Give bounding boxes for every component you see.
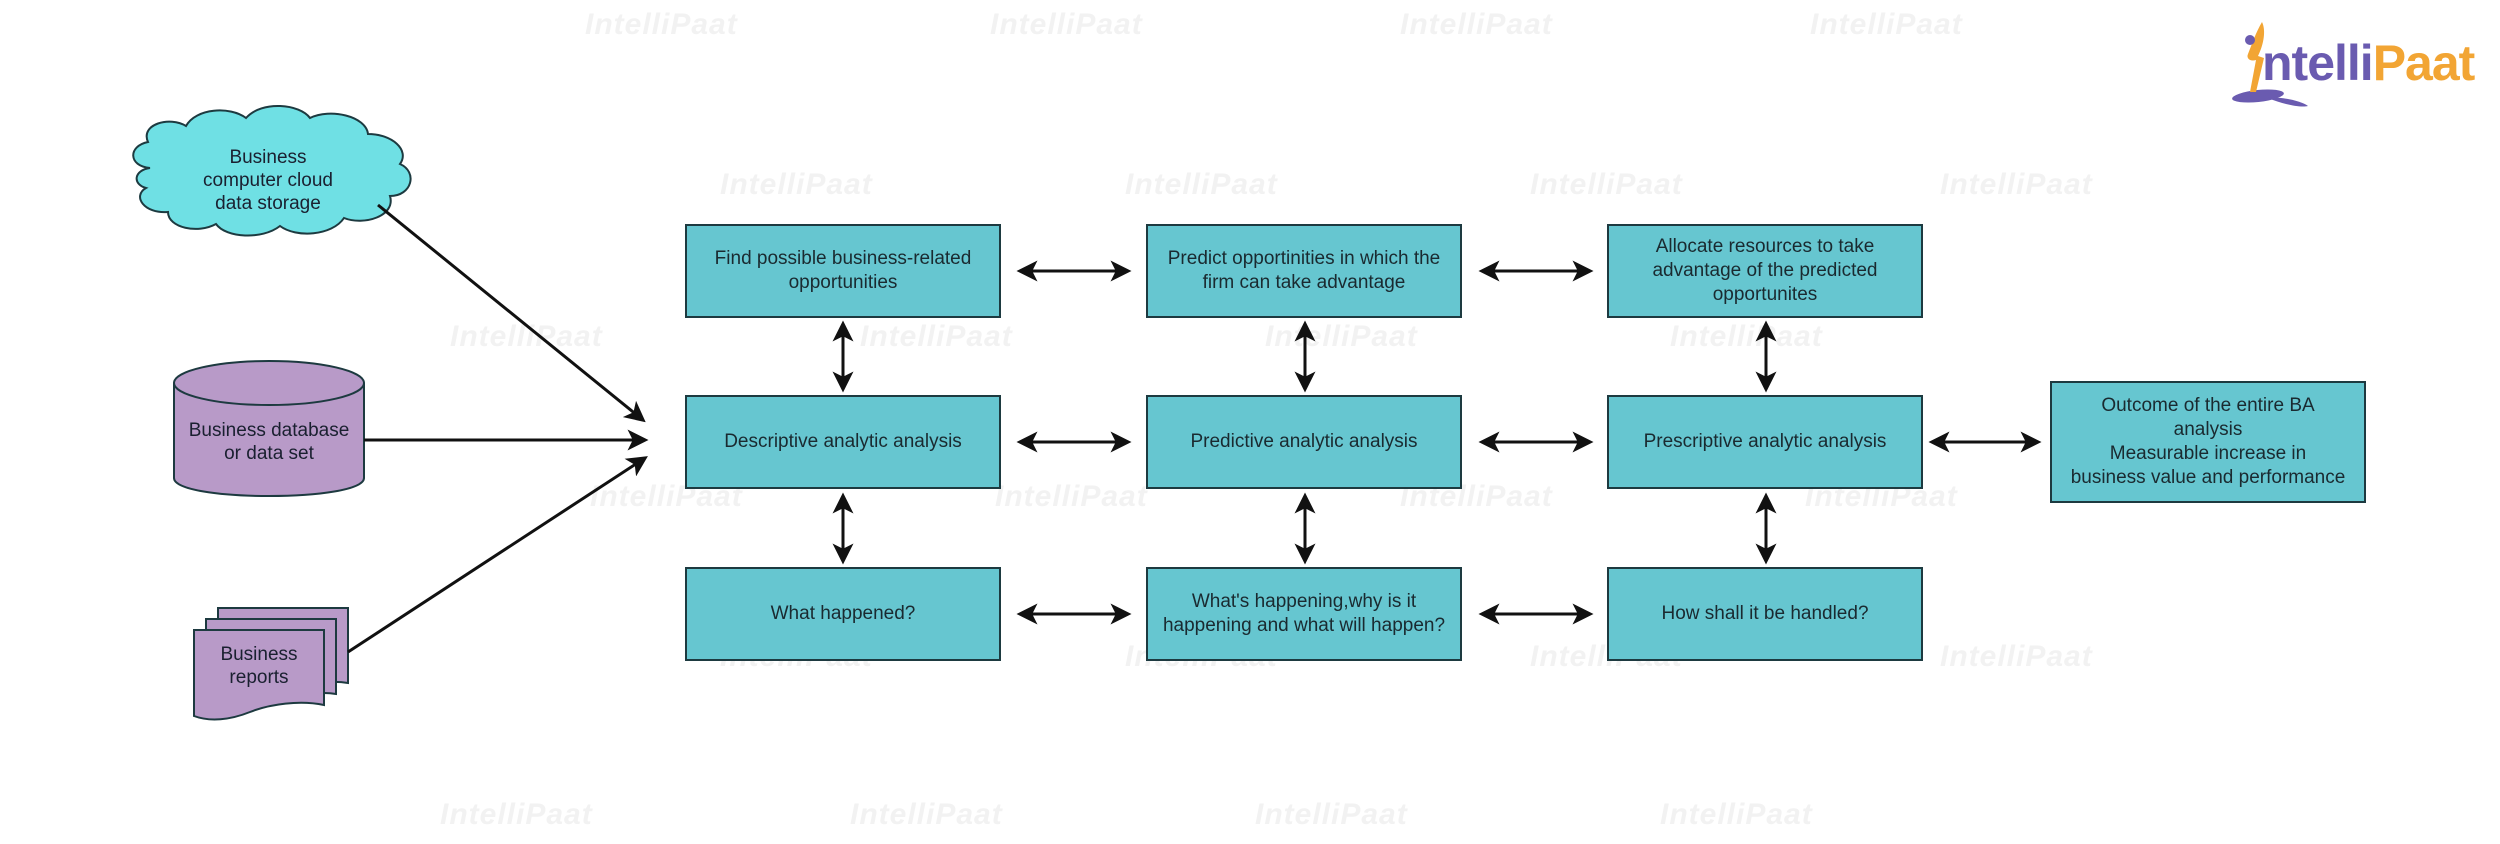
box-how-handled: How shall it be handled? [1607, 567, 1923, 661]
box-predictive-analysis: Predictive analytic analysis [1146, 395, 1462, 489]
arrow-reports-to-descriptive [347, 456, 648, 654]
box-whats-happening: What's happening,why is it happening and… [1146, 567, 1462, 661]
box-outcome: Outcome of the entire BA analysis Measur… [2050, 381, 2366, 503]
box-descriptive-analysis: Descriptive analytic analysis [685, 395, 1001, 489]
reports-label: Business reports [194, 636, 324, 696]
box-prescriptive-analysis: Prescriptive analytic analysis [1607, 395, 1923, 489]
outcome-line: Measurable increase in [2109, 443, 2307, 464]
logo-text-part2: Paat [2372, 35, 2476, 91]
database-label-line: Business database [188, 420, 350, 441]
logo-text-part1: ntelli [2262, 35, 2374, 91]
cloud-label-line: computer cloud [203, 169, 333, 191]
cloud-label-line: data storage [215, 192, 321, 214]
outcome-line: business value and performance [2070, 467, 2346, 488]
box-predict-opportunities: Predict opportinities in which the firm … [1146, 224, 1462, 318]
arrow-cloud-to-descriptive [377, 203, 646, 423]
box-allocate-resources: Allocate resources to take advantage of … [1607, 224, 1923, 318]
box-find-opportunities: Find possible business-related opportuni… [685, 224, 1001, 318]
cloud-label-line: Business [229, 146, 307, 168]
outcome-line: Outcome of the entire BA analysis [2101, 395, 2315, 440]
database-label: Business database or data set [174, 410, 364, 474]
reports-label-line: reports [229, 667, 289, 688]
cloud-label: Business computer cloud data storage [168, 140, 368, 220]
database-label-line: or data set [224, 443, 314, 464]
reports-label-line: Business [220, 644, 298, 665]
box-what-happened: What happened? [685, 567, 1001, 661]
intellipaat-logo: ntelliPaat [2262, 34, 2476, 92]
